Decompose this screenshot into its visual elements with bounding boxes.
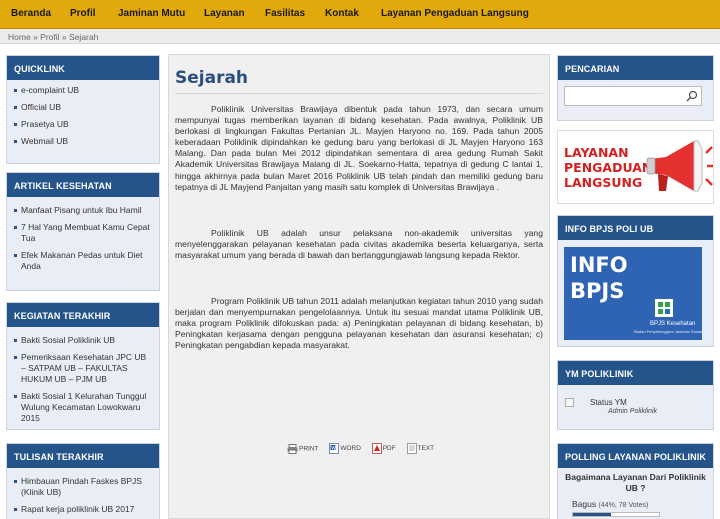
bpjs-line: BPJS [570,279,625,303]
layanan-line: LAYANAN [564,145,629,160]
ym-poliklinik-title: YM POLIKLINIK [558,361,713,385]
text-file-icon [406,443,417,454]
quicklink-item[interactable]: Webmail UB [13,136,153,147]
article-paragraph: Program Poliklinik UB tahun 2011 adalah … [175,296,543,351]
search-title: PENCARIAN [558,56,713,80]
nav-kontak[interactable]: Kontak [325,8,359,19]
layanan-banner-text: LAYANAN PENGADUAN LANGSUNG [564,145,652,190]
quicklink-item[interactable]: Prasetya UB [13,119,153,130]
polling-progress-bar [572,512,660,517]
kegiatan-terakhir-title: KEGIATAN TERAKHIR [7,303,159,327]
layanan-line: LANGSUNG [564,175,643,190]
title-divider [175,93,543,94]
bpjs-banner-text: INFO BPJS [570,252,628,304]
bpjs-logo-icon [655,299,673,317]
article-paragraph: Poliklinik UB adalah unsur pelaksana non… [175,228,543,261]
pdf-icon [371,443,382,454]
broken-image-icon [565,398,574,408]
text-label: TEXT [417,445,435,453]
kegiatan-terakhir-box: KEGIATAN TERAKHIR Bakti Sosial Poliklini… [6,302,160,430]
bpjs-logo-subtext: Badan Penyelenggara Jaminan Sosial [634,329,702,334]
pdf-button[interactable]: PDF [371,443,396,454]
polling-progress-fill [573,513,611,516]
word-icon: W [329,443,340,454]
tulisan-item[interactable]: Himbauan Pindah Faskes BPJS (Klinik UB) [13,476,153,498]
tulisan-item[interactable]: Rapat kerja poliklinik UB 2017 [13,504,153,515]
word-label: WORD [340,445,361,453]
document-tools: PRINT W WORD PDF TEXT [287,443,443,454]
pdf-label: PDF [382,445,396,453]
artikel-item[interactable]: 7 Hal Yang Membuat Kamu Cepat Tua [13,222,153,244]
search-field[interactable] [564,86,702,106]
print-label: PRINT [299,445,319,453]
nav-jaminan-mutu[interactable]: Jaminan Mutu [118,8,185,19]
ym-status-text: Status YM [590,398,627,407]
polling-title: POLLING LAYANAN POLIKLINIK [558,444,713,468]
breadcrumb: Home » Profil » Sejarah [0,29,720,44]
svg-text:W: W [332,445,337,451]
bpjs-line: INFO [570,253,628,277]
polling-option-label: Bagus [572,499,597,509]
artikel-item[interactable]: Manfaat Pisang untuk Ibu Hamil [13,205,153,216]
nav-layanan[interactable]: Layanan [204,8,245,19]
article-paragraph: Poliklinik Universitas Brawijaya dibentu… [175,104,543,192]
quicklink-item[interactable]: e-complaint UB [13,85,153,96]
bpjs-banner[interactable]: INFO BPJS BPJS Kesehatan Badan Penyeleng… [564,247,702,340]
kegiatan-item[interactable]: Bakti Sosial Poliklinik UB [13,335,153,346]
top-navigation: Beranda Profil Jaminan Mutu Layanan Fasi… [0,0,720,29]
breadcrumb-current: Sejarah [69,32,99,42]
tulisan-terakhir-box: TULISAN TERAKHIR Himbauan Pindah Faskes … [6,443,160,519]
tulisan-terakhir-title: TULISAN TERAKHIR [7,444,159,468]
info-bpjs-title: INFO BPJS POLI UB [558,216,713,240]
polling-question: Bagaimana Layanan Dari Poliklinik UB ? [565,472,706,493]
printer-icon [287,443,298,454]
nav-beranda[interactable]: Beranda [11,8,51,19]
breadcrumb-separator: » [33,32,38,42]
ym-poliklinik-box: YM POLIKLINIK [557,360,714,430]
print-button[interactable]: PRINT [287,443,319,454]
search-box-panel: PENCARIAN [557,55,714,121]
word-button[interactable]: W WORD [329,443,361,454]
kegiatan-item[interactable]: Bakti Sosial 1 Kelurahan Tunggul Wulung … [13,391,153,424]
artikel-item[interactable]: Efek Makanan Pedas untuk Diet Anda [13,250,153,272]
layanan-pengaduan-banner[interactable]: LAYANAN PENGADUAN LANGSUNG [557,130,714,204]
polling-option: Bagus (44%, 78 Votes) [572,499,713,509]
page-title: Sejarah [175,68,249,88]
polling-option-meta: (44%, 78 Votes) [598,502,649,509]
nav-profil[interactable]: Profil [70,8,96,19]
kegiatan-item[interactable]: Pemeriksaan Kesehatan JPC UB – SATPAM UB… [13,352,153,385]
ym-status[interactable]: Status YM Admin Poliklinik [565,398,700,415]
quicklink-title: QUICKLINK [7,56,159,80]
quicklink-box: QUICKLINK e-complaint UB Official UB Pra… [6,55,160,164]
ym-admin-label: Admin Poliklinik [607,408,658,416]
article-panel: Sejarah Poliklinik Universitas Brawijaya… [168,54,550,519]
layanan-line: PENGADUAN [564,160,653,175]
polling-box: POLLING LAYANAN POLIKLINIK Bagaimana Lay… [557,443,714,519]
artikel-kesehatan-title: ARTIKEL KESEHATAN [7,173,159,197]
breadcrumb-profil[interactable]: Profil [40,32,59,42]
text-button[interactable]: TEXT [406,443,435,454]
breadcrumb-home[interactable]: Home [8,32,31,42]
search-icon[interactable] [686,90,698,102]
quicklink-item[interactable]: Official UB [13,102,153,113]
nav-layanan-pengaduan-langsung[interactable]: Layanan Pengaduan Langsung [381,8,529,19]
bpjs-logo-text: BPJS Kesehatan [650,321,696,327]
breadcrumb-separator: » [61,32,67,42]
artikel-kesehatan-box: ARTIKEL KESEHATAN Manfaat Pisang untuk I… [6,172,160,291]
search-input[interactable] [565,87,675,105]
nav-fasilitas[interactable]: Fasilitas [265,8,305,19]
megaphone-icon [646,140,713,192]
